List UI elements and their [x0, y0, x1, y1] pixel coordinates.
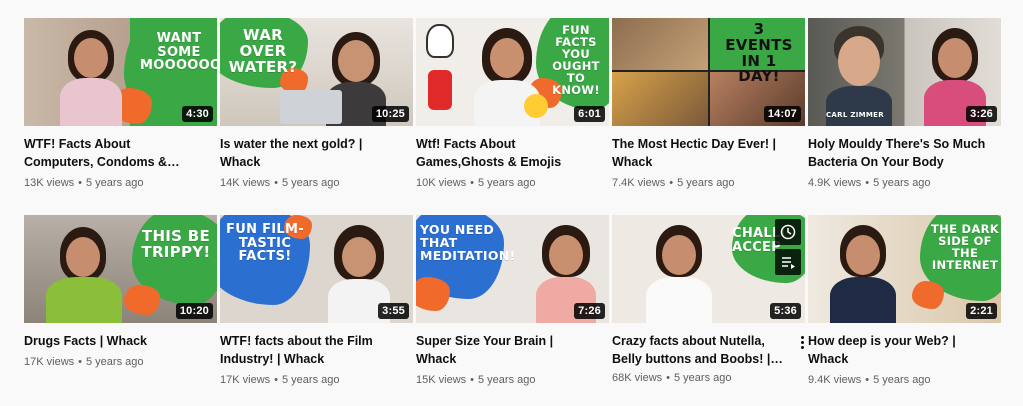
- video-card[interactable]: YOU NEED THAT MEDITATION! 7:26 Super Siz…: [416, 215, 609, 389]
- duration-badge: 7:26: [574, 303, 605, 319]
- upload-age: 5 years ago: [478, 374, 536, 386]
- video-title[interactable]: Holy Mouldy There's So Much Bacteria On …: [808, 135, 1001, 171]
- video-card[interactable]: CHALLE ACCEP 5:36 Crazy facts about Nute…: [612, 215, 805, 387]
- thumbnail-overlay-text: 3 EVENTS IN 1 DAY!: [725, 20, 793, 86]
- add-to-queue-icon[interactable]: [775, 249, 801, 275]
- video-title[interactable]: Super Size Your Brain | Whack: [416, 332, 609, 368]
- upload-age: 5 years ago: [282, 374, 340, 386]
- upload-age: 5 years ago: [873, 177, 931, 189]
- view-count: 17K views: [24, 356, 75, 368]
- video-title[interactable]: Wtf! Facts About Games,Ghosts & Emojis: [416, 135, 609, 171]
- video-title[interactable]: Is water the next gold? | Whack: [220, 135, 413, 171]
- view-count: 14K views: [220, 177, 271, 189]
- thumbnail-overlay-text: FUN FILM-TASTIC FACTS!: [226, 222, 304, 265]
- video-title[interactable]: Crazy facts about Nutella, Belly buttons…: [612, 332, 805, 368]
- thumbnail-overlay-text: CARL ZIMMER: [826, 111, 884, 119]
- mario-figure: [428, 70, 452, 110]
- upload-age: 5 years ago: [86, 356, 144, 368]
- laughing-emoji: [524, 94, 548, 118]
- video-card[interactable]: THIS BE TRIPPY! 10:20 Drugs Facts | Whac…: [24, 215, 217, 371]
- video-meta: 7.4K views • 5 years ago: [612, 177, 735, 189]
- clock-icon[interactable]: [775, 219, 801, 245]
- view-count: 9.4K views: [808, 374, 862, 386]
- duration-badge: 4:30: [182, 106, 213, 122]
- video-title[interactable]: Drugs Facts | Whack: [24, 332, 217, 350]
- video-thumbnail[interactable]: CARL ZIMMER 3:26: [808, 18, 1001, 126]
- duration-badge: 5:36: [770, 303, 801, 319]
- video-meta: 68K views • 5 years ago: [612, 372, 732, 384]
- video-thumbnail[interactable]: WANT SOME MOOOOOORE? 4:30: [24, 18, 217, 126]
- video-thumbnail[interactable]: WAR OVER WATER? 10:25: [220, 18, 413, 126]
- video-thumbnail[interactable]: CHALLE ACCEP 5:36: [612, 215, 805, 323]
- view-count: 17K views: [220, 374, 271, 386]
- video-thumbnail[interactable]: YOU NEED THAT MEDITATION! 7:26: [416, 215, 609, 323]
- video-meta: 9.4K views • 5 years ago: [808, 374, 931, 386]
- view-count: 7.4K views: [612, 177, 666, 189]
- video-title[interactable]: WTF! facts about the Film Industry! | Wh…: [220, 332, 413, 368]
- duration-badge: 3:26: [966, 106, 997, 122]
- upload-age: 5 years ago: [478, 177, 536, 189]
- view-count: 4.9K views: [808, 177, 862, 189]
- upload-age: 5 years ago: [873, 374, 931, 386]
- video-thumbnail[interactable]: THE DARK SIDE OF THE INTERNET 2:21: [808, 215, 1001, 323]
- laptop: [280, 90, 342, 124]
- video-card[interactable]: THE DARK SIDE OF THE INTERNET 2:21 How d…: [808, 215, 1001, 389]
- video-meta: 17K views • 5 years ago: [220, 374, 340, 386]
- thumbnail-overlay-text: YOU NEED THAT MEDITATION!: [420, 222, 516, 264]
- video-thumbnail[interactable]: FUN FACTS YOU OUGHT TO KNOW! 6:01: [416, 18, 609, 126]
- view-count: 68K views: [612, 372, 663, 384]
- video-card[interactable]: WANT SOME MOOOOOORE? 4:30 WTF! Facts Abo…: [24, 18, 217, 192]
- video-title[interactable]: WTF! Facts About Computers, Condoms & Ch…: [24, 135, 217, 171]
- ghost-emoji: [426, 24, 454, 58]
- duration-badge: 2:21: [966, 303, 997, 319]
- upload-age: 5 years ago: [86, 177, 144, 189]
- video-meta: 17K views • 5 years ago: [24, 356, 144, 368]
- thumbnail-overlay-text: THE DARK SIDE OF THE INTERNET: [931, 222, 999, 273]
- upload-age: 5 years ago: [282, 177, 340, 189]
- upload-age: 5 years ago: [674, 372, 732, 384]
- thumbnail-overlay-text: THIS BE TRIPPY!: [141, 227, 211, 261]
- video-card[interactable]: WAR OVER WATER? 10:25 Is water the next …: [220, 18, 413, 192]
- video-thumbnail[interactable]: FUN FILM-TASTIC FACTS! 3:55: [220, 215, 413, 323]
- thumbnail-overlay-text: FUN FACTS YOU OUGHT TO KNOW!: [552, 23, 600, 98]
- video-meta: 10K views • 5 years ago: [416, 177, 536, 189]
- video-meta: 14K views • 5 years ago: [220, 177, 340, 189]
- view-count: 15K views: [416, 374, 467, 386]
- video-card[interactable]: CARL ZIMMER 3:26 Holy Mouldy There's So …: [808, 18, 1001, 192]
- video-card[interactable]: 3 EVENTS IN 1 DAY! 14:07 The Most Hectic…: [612, 18, 805, 192]
- video-title[interactable]: The Most Hectic Day Ever! | Whack: [612, 135, 805, 171]
- video-meta: 15K views • 5 years ago: [416, 374, 536, 386]
- hover-actions: [775, 219, 801, 275]
- video-card[interactable]: FUN FACTS YOU OUGHT TO KNOW! 6:01 Wtf! F…: [416, 18, 609, 192]
- video-thumbnail[interactable]: THIS BE TRIPPY! 10:20: [24, 215, 217, 323]
- thumbnail-overlay-text: WANT SOME MOOOOOORE?: [140, 31, 217, 74]
- video-meta: 13K views • 5 years ago: [24, 177, 144, 189]
- video-title[interactable]: How deep is your Web? | Whack: [808, 332, 1001, 368]
- duration-badge: 10:25: [371, 106, 409, 122]
- more-actions-icon[interactable]: [795, 332, 809, 352]
- duration-badge: 6:01: [574, 106, 605, 122]
- duration-badge: 10:20: [175, 303, 213, 319]
- video-thumbnail[interactable]: 3 EVENTS IN 1 DAY! 14:07: [612, 18, 805, 126]
- video-card[interactable]: FUN FILM-TASTIC FACTS! 3:55 WTF! facts a…: [220, 215, 413, 389]
- view-count: 13K views: [24, 177, 75, 189]
- thumbnail-overlay-text: WAR OVER WATER?: [228, 26, 298, 76]
- video-meta: 4.9K views • 5 years ago: [808, 177, 931, 189]
- duration-badge: 3:55: [378, 303, 409, 319]
- duration-badge: 14:07: [763, 106, 801, 122]
- upload-age: 5 years ago: [677, 177, 735, 189]
- view-count: 10K views: [416, 177, 467, 189]
